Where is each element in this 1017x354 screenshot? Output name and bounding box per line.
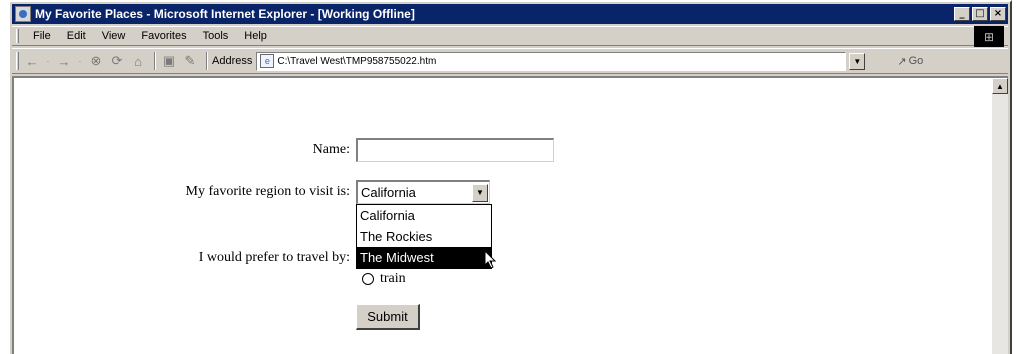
menu-view[interactable]: View xyxy=(94,30,134,42)
toolbar-separator xyxy=(154,52,156,70)
go-button[interactable]: ↗ Go xyxy=(897,55,923,68)
toolbar-separator xyxy=(206,52,208,70)
travel-label: I would prefer to travel by: xyxy=(198,250,350,265)
go-label: Go xyxy=(908,55,924,67)
windows-logo-icon: ⊞ xyxy=(974,26,1004,47)
menu-bar: File Edit View Favorites Tools Help ⊞ xyxy=(12,26,1008,47)
page-icon: e xyxy=(260,54,275,68)
close-button[interactable]: × xyxy=(990,7,1006,21)
menu-edit[interactable]: Edit xyxy=(59,30,94,42)
region-option-california[interactable]: California xyxy=(357,205,491,226)
back-dropdown-icon[interactable]: · xyxy=(44,52,52,70)
forward-arrow-icon[interactable]: → xyxy=(55,52,73,70)
menubar-grip[interactable] xyxy=(16,29,19,43)
menu-file[interactable]: File xyxy=(25,30,59,42)
toolbar: ← · → · ⊗ ⟳ ⌂ ▣ ✎ Address e C:\Travel We… xyxy=(12,48,1008,74)
region-selected-value: California xyxy=(361,185,416,200)
menu-help[interactable]: Help xyxy=(236,30,275,42)
back-arrow-icon[interactable]: ← xyxy=(23,52,41,70)
address-dropdown-button[interactable]: ▼ xyxy=(849,52,866,70)
region-select[interactable]: California ▼ xyxy=(356,180,490,204)
train-label: train xyxy=(380,271,406,286)
vertical-scrollbar[interactable]: ▲ xyxy=(992,78,1008,354)
browser-window: My Favorite Places - Microsoft Internet … xyxy=(8,0,1012,354)
minimize-button[interactable]: _ xyxy=(954,7,970,21)
radio-button[interactable] xyxy=(362,273,374,285)
page-content: Name: My favorite region to visit is: Ca… xyxy=(12,76,1008,354)
title-bar: My Favorite Places - Microsoft Internet … xyxy=(12,4,1008,24)
address-field[interactable]: e C:\Travel West\TMP958755022.htm xyxy=(256,51,847,71)
select-arrow-button[interactable]: ▼ xyxy=(472,183,488,202)
travel-radio-train[interactable]: train xyxy=(362,271,406,287)
mouse-cursor-icon xyxy=(484,250,497,269)
menu-favorites[interactable]: Favorites xyxy=(133,30,194,42)
name-label: Name: xyxy=(312,142,350,157)
refresh-icon[interactable]: ⟳ xyxy=(108,52,126,70)
scroll-up-button[interactable]: ▲ xyxy=(992,78,1008,94)
region-option-the-midwest[interactable]: The Midwest xyxy=(357,247,491,268)
submit-button[interactable]: Submit xyxy=(356,304,420,330)
maximize-button[interactable]: □ xyxy=(972,7,988,21)
region-dropdown-list: California The Rockies The Midwest xyxy=(356,204,492,269)
region-option-the-rockies[interactable]: The Rockies xyxy=(357,226,491,247)
ie-app-icon[interactable] xyxy=(15,6,31,22)
edit-icon[interactable]: ✎ xyxy=(181,52,199,70)
print-icon[interactable]: ▣ xyxy=(160,52,178,70)
window-title: My Favorite Places - Microsoft Internet … xyxy=(35,7,415,21)
name-input[interactable] xyxy=(356,138,554,162)
address-label: Address xyxy=(212,55,253,67)
menu-tools[interactable]: Tools xyxy=(195,30,237,42)
address-text[interactable]: C:\Travel West\TMP958755022.htm xyxy=(277,56,436,67)
region-label: My favorite region to visit is: xyxy=(185,184,350,199)
toolbar-grip[interactable] xyxy=(16,52,19,70)
stop-icon[interactable]: ⊗ xyxy=(87,52,105,70)
home-icon[interactable]: ⌂ xyxy=(129,52,147,70)
forward-dropdown-icon[interactable]: · xyxy=(76,52,84,70)
go-arrow-icon: ↗ xyxy=(897,55,907,68)
